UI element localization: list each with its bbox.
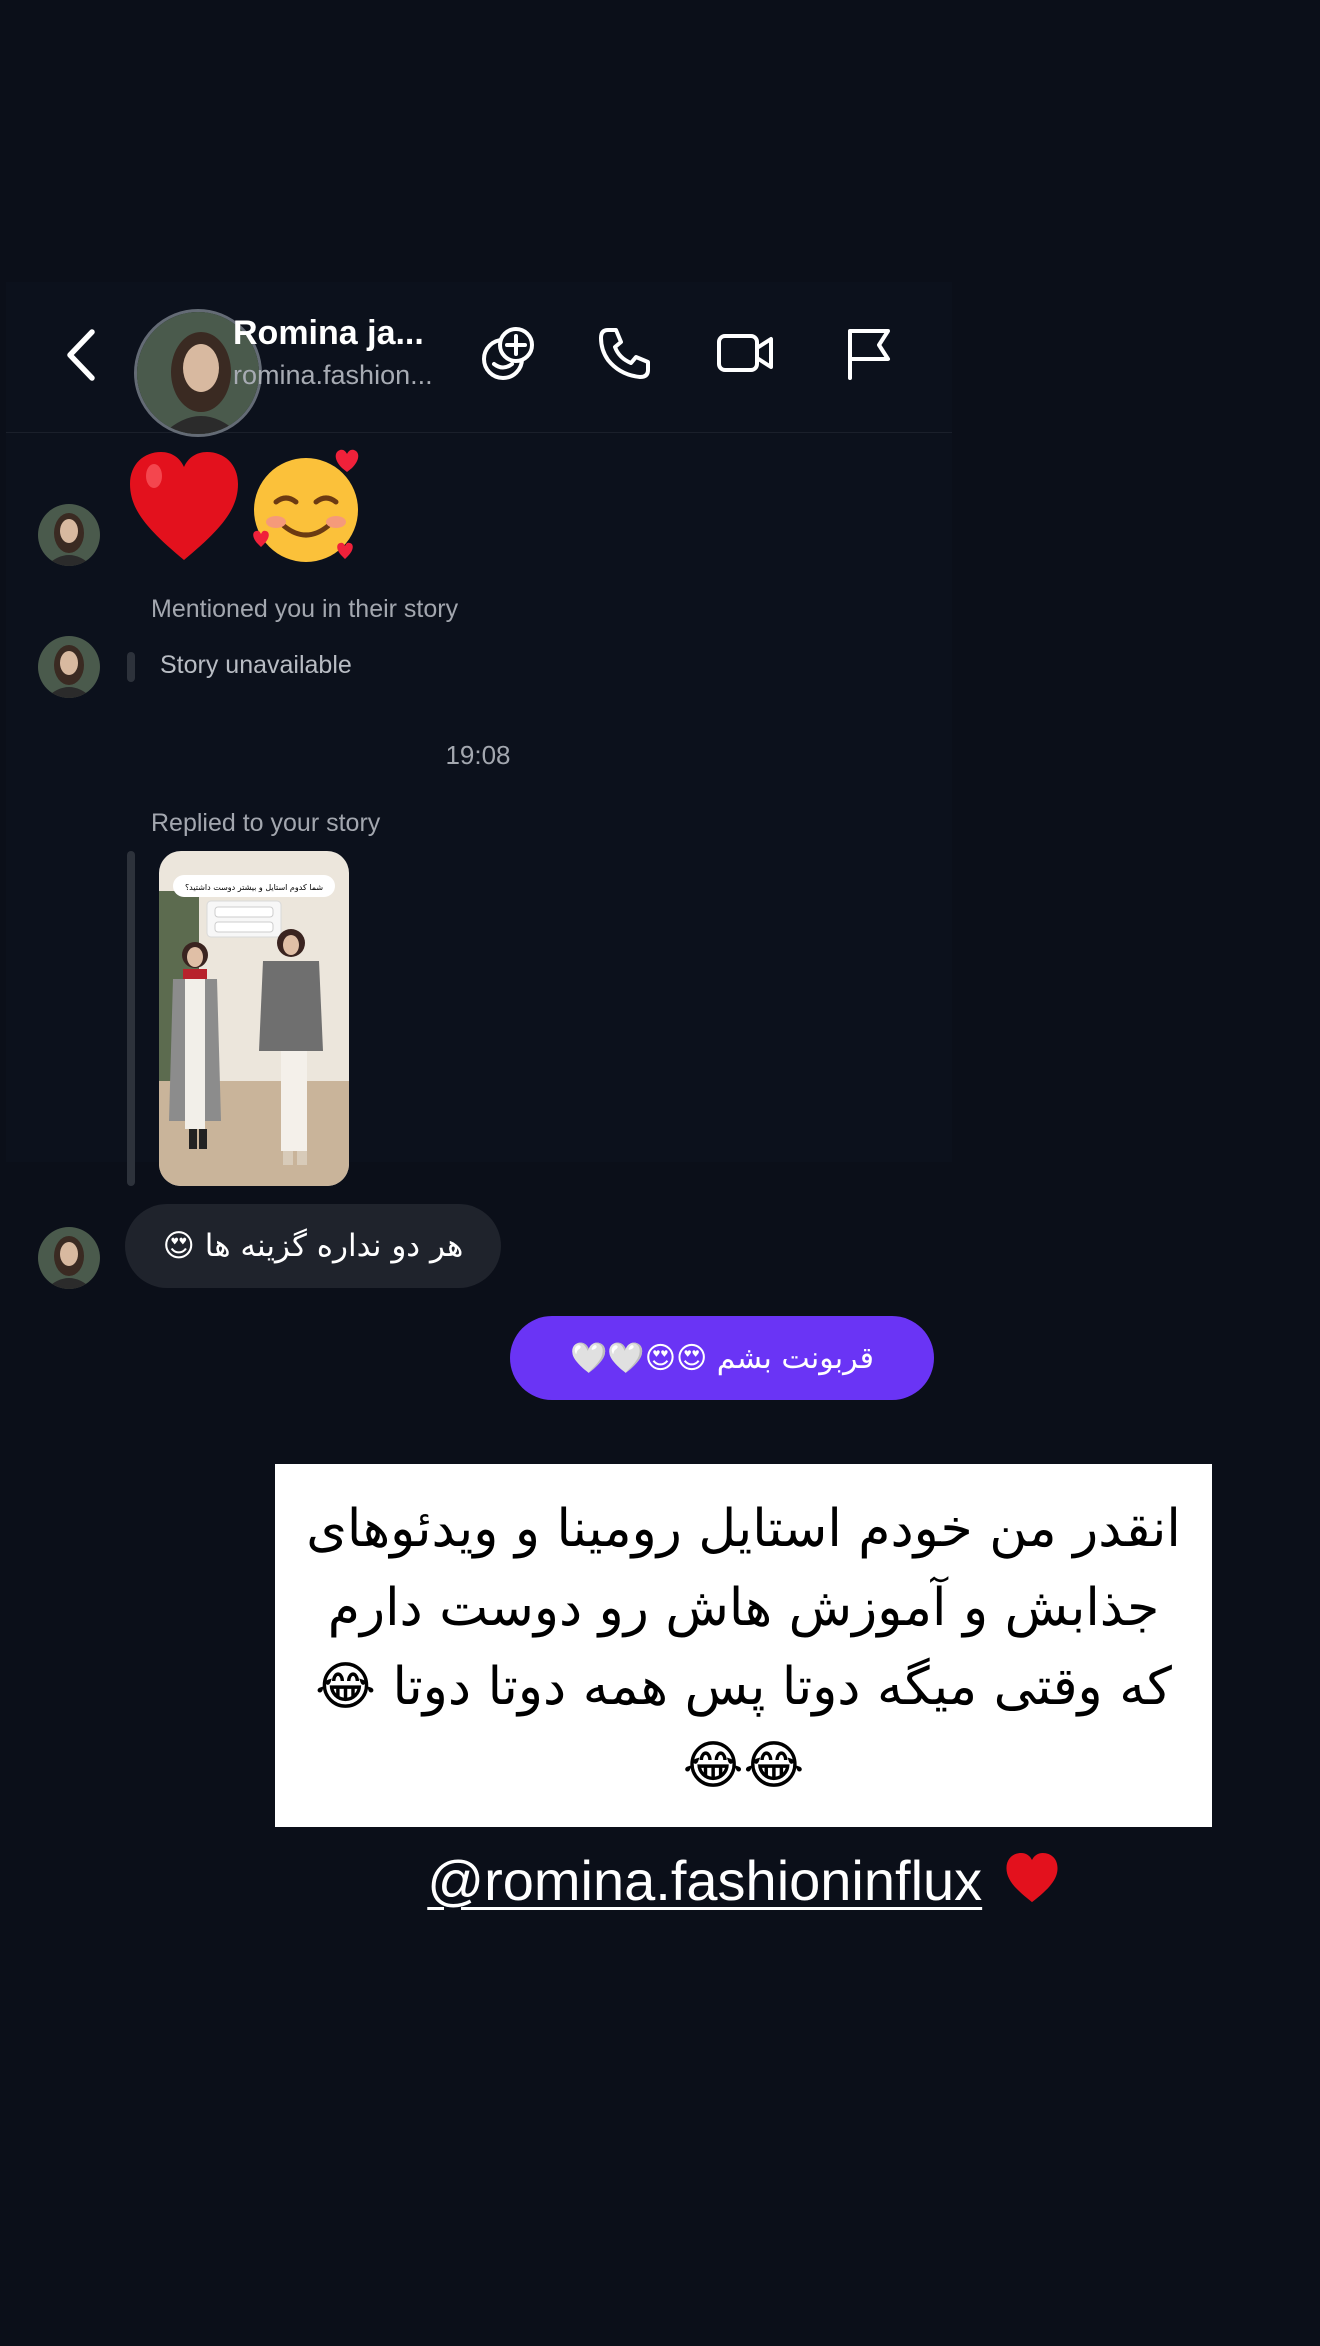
add-people-icon	[482, 327, 534, 380]
video-call-button[interactable]	[714, 322, 776, 384]
flag-icon	[848, 329, 890, 380]
caption-card: انقدر من خودم استایل رومینا و ویدئوهای ج…	[275, 1464, 1212, 1827]
call-button[interactable]	[594, 322, 656, 384]
incoming-message-bubble[interactable]: هر دو نداره گزینه ها 😍	[125, 1204, 501, 1288]
mention-line: @romina.fashioninflux	[275, 1848, 1212, 1917]
report-button[interactable]	[838, 322, 900, 384]
story-thumbnail[interactable]: شما کدوم استایل و بیشتر دوست داشتید؟	[159, 851, 349, 1186]
sender-avatar[interactable]	[38, 504, 100, 566]
chevron-left-icon	[67, 329, 95, 381]
story-reply-label: Replied to your story	[151, 809, 381, 837]
heart-emoji	[130, 452, 238, 560]
sender-avatar[interactable]	[38, 1227, 100, 1289]
message-timestamp: 19:08	[445, 740, 511, 770]
emoji-message[interactable]	[128, 448, 368, 568]
story-unavailable-text: Story unavailable	[160, 651, 352, 679]
back-button[interactable]	[60, 326, 104, 384]
story-mention-label: Mentioned you in their story	[151, 595, 459, 623]
heart-icon	[1004, 1852, 1060, 1917]
contact-username[interactable]: romina.fashion...	[233, 360, 433, 391]
phone-icon	[599, 328, 650, 379]
outgoing-message-bubble[interactable]: قربونت بشم 😍😍🤍🤍	[510, 1316, 934, 1400]
story-quote-bar	[127, 851, 135, 1186]
smiling-face-with-hearts-emoji	[253, 449, 359, 562]
contact-name[interactable]: Romina ja...	[233, 314, 424, 353]
mention-link[interactable]: @romina.fashioninflux	[427, 1849, 982, 1912]
story-quote-bar	[127, 652, 135, 682]
sender-avatar[interactable]	[38, 636, 100, 698]
story-image-caption: شما کدوم استایل و بیشتر دوست داشتید؟	[185, 883, 323, 892]
add-people-button[interactable]	[478, 322, 540, 384]
video-camera-icon	[717, 334, 773, 372]
